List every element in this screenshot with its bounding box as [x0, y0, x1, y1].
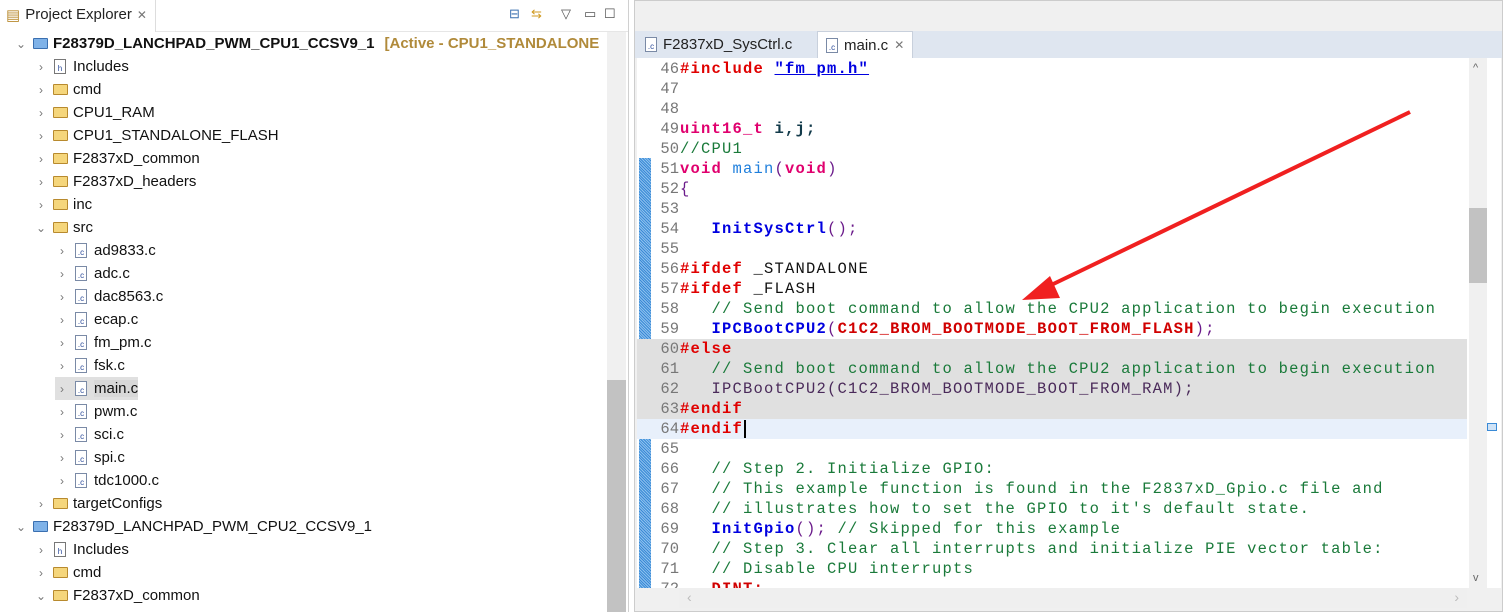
annotation-arrow — [1022, 110, 1411, 300]
